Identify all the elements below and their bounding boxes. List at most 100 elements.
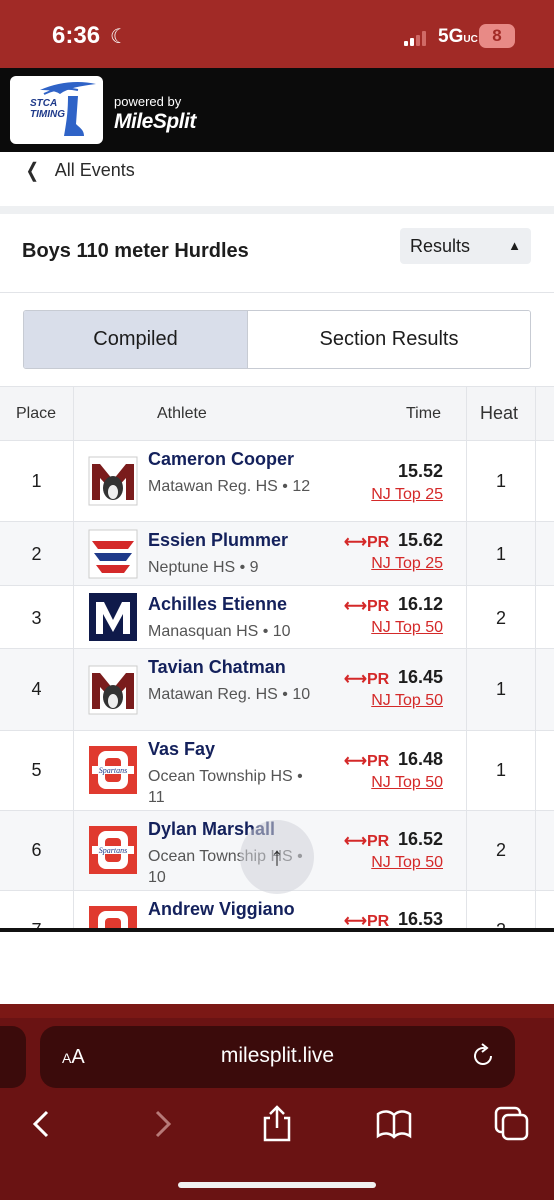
- chevron-left-icon: ❮: [25, 159, 40, 182]
- athlete-name-link[interactable]: Cameron Cooper: [148, 449, 294, 470]
- athlete-name-link[interactable]: Vas Fay: [148, 739, 215, 760]
- rank-link[interactable]: NJ Top 50: [371, 854, 443, 872]
- header-place[interactable]: Place: [16, 405, 56, 423]
- time-cell: 16.12: [397, 594, 443, 614]
- table-row[interactable]: 7 Andrew Viggiano ⟷PR 16.53 2: [0, 891, 554, 930]
- pr-badge: ⟷PR: [344, 753, 390, 770]
- pr-badge: ⟷PR: [344, 598, 390, 615]
- home-indicator: [178, 1182, 376, 1188]
- site-header: STCA TIMING powered by MileSplit: [0, 68, 554, 152]
- previous-tab-pill[interactable]: [0, 1026, 26, 1088]
- svg-text:Spartans: Spartans: [99, 766, 127, 775]
- athlete-name-link[interactable]: Tavian Chatman: [148, 657, 286, 678]
- event-title: Boys 110 meter Hurdles: [22, 240, 249, 262]
- moon-icon: ☾: [110, 26, 128, 48]
- place-cell: 3: [31, 608, 42, 628]
- athlete-name-link[interactable]: Andrew Viggiano: [148, 899, 295, 920]
- time-cell: 16.48: [397, 749, 443, 769]
- heat-cell: 1: [495, 544, 506, 564]
- results-view-select[interactable]: Results ▲: [400, 228, 531, 264]
- ocean-spartans-logo: [89, 906, 137, 930]
- athlete-school: Manasquan HS • 10: [148, 623, 291, 640]
- matawan-husky-logo: [88, 456, 138, 506]
- place-cell: 5: [31, 760, 42, 780]
- athlete-school: Neptune HS • 9: [148, 559, 259, 576]
- battery-icon: 8: [479, 24, 515, 48]
- bookmarks-icon[interactable]: [374, 1104, 414, 1144]
- column-divider: [73, 387, 74, 930]
- reload-icon[interactable]: [469, 1042, 497, 1070]
- table-row[interactable]: 4 Tavian Chatman Matawan Reg. HS • 10 ⟷P…: [0, 649, 554, 731]
- neptune-logo: [88, 529, 138, 579]
- pr-badge: ⟷PR: [344, 833, 390, 850]
- manasquan-logo: [89, 593, 137, 641]
- address-bar[interactable]: AA milesplit.live: [40, 1026, 515, 1088]
- table-row[interactable]: 2 Essien Plummer Neptune HS • 9 ⟷PR 15.6…: [0, 522, 554, 586]
- section-divider: [0, 206, 554, 214]
- header-time[interactable]: Time: [406, 405, 441, 423]
- pr-badge: ⟷PR: [344, 671, 390, 688]
- svg-text:Spartans: Spartans: [99, 846, 127, 855]
- athlete-name-link[interactable]: Achilles Etienne: [148, 594, 287, 615]
- signal-icon: [404, 30, 432, 46]
- back-label: All Events: [54, 159, 135, 180]
- rank-link[interactable]: NJ Top 25: [371, 486, 443, 504]
- tab-compiled[interactable]: Compiled: [24, 311, 248, 368]
- matawan-husky-logo: [88, 665, 138, 715]
- time-cell: 16.52: [397, 829, 443, 849]
- powered-by-label: powered by: [114, 94, 182, 109]
- blank-area: [0, 932, 554, 1004]
- column-divider: [535, 387, 536, 930]
- tabs-icon[interactable]: [492, 1104, 532, 1144]
- chevron-updown-icon: ▲: [508, 238, 521, 253]
- place-cell: 4: [31, 679, 42, 699]
- back-to-events-link[interactable]: ❮ All Events: [24, 158, 135, 182]
- select-value: Results: [410, 236, 471, 256]
- forward-icon[interactable]: [142, 1104, 182, 1144]
- rank-link[interactable]: NJ Top 50: [371, 692, 443, 710]
- back-icon[interactable]: [22, 1104, 62, 1144]
- status-bar: 6:36 ☾ 5GUC 8: [0, 0, 554, 68]
- header-athlete[interactable]: Athlete: [157, 405, 207, 423]
- ocean-spartans-logo: Spartans: [89, 746, 137, 794]
- milesplit-brand[interactable]: MileSplit: [114, 110, 196, 134]
- time-cell: 15.52: [397, 461, 443, 481]
- rank-link[interactable]: NJ Top 50: [371, 619, 443, 637]
- heat-cell: 1: [495, 760, 506, 780]
- place-cell: 2: [31, 544, 42, 564]
- ocean-spartans-logo: Spartans: [89, 826, 137, 874]
- stca-timing-logo[interactable]: STCA TIMING: [10, 76, 103, 144]
- time-cell: 16.45: [397, 667, 443, 687]
- athlete-school: Ocean Township HS • 11: [148, 768, 303, 806]
- rank-link[interactable]: NJ Top 50: [371, 774, 443, 792]
- toolbar-edge: [0, 1004, 554, 1018]
- header-heat[interactable]: Heat: [480, 403, 518, 424]
- place-cell: 6: [31, 840, 42, 860]
- table-row[interactable]: 1 Cameron Cooper Matawan Reg. HS • 12 15…: [0, 441, 554, 522]
- url-text: milesplit.live: [220, 1044, 335, 1067]
- column-divider: [466, 387, 467, 930]
- place-cell: 1: [31, 471, 42, 491]
- share-icon[interactable]: [257, 1104, 297, 1144]
- tab-section-results[interactable]: Section Results: [248, 311, 530, 368]
- heat-cell: 1: [495, 471, 506, 491]
- time-cell: 15.62: [397, 530, 443, 550]
- athlete-name-link[interactable]: Essien Plummer: [148, 530, 288, 551]
- results-tabs: Compiled Section Results: [23, 310, 531, 369]
- heat-cell: 2: [495, 840, 506, 860]
- browser-toolbar: AA milesplit.live: [0, 1004, 554, 1200]
- time-cell: 16.53: [397, 909, 443, 929]
- heat-cell: 2: [495, 608, 506, 628]
- athlete-school: Matawan Reg. HS • 12: [148, 478, 311, 495]
- status-time: 6:36: [52, 22, 101, 49]
- rank-link[interactable]: NJ Top 25: [371, 555, 443, 573]
- athlete-school: Matawan Reg. HS • 10: [148, 686, 311, 703]
- table-row[interactable]: 3 Achilles Etienne Manasquan HS • 10 ⟷PR…: [0, 586, 554, 649]
- logo-text: STCA TIMING: [30, 98, 65, 120]
- arrow-up-icon[interactable]: ↑: [240, 820, 314, 894]
- table-header: Place Athlete Time Heat: [0, 387, 554, 441]
- pr-badge: ⟷PR: [344, 534, 390, 551]
- network-label: 5GUC: [438, 26, 478, 47]
- divider: [0, 292, 554, 293]
- table-row[interactable]: 5 Spartans Vas Fay Ocean Township HS • 1…: [0, 731, 554, 811]
